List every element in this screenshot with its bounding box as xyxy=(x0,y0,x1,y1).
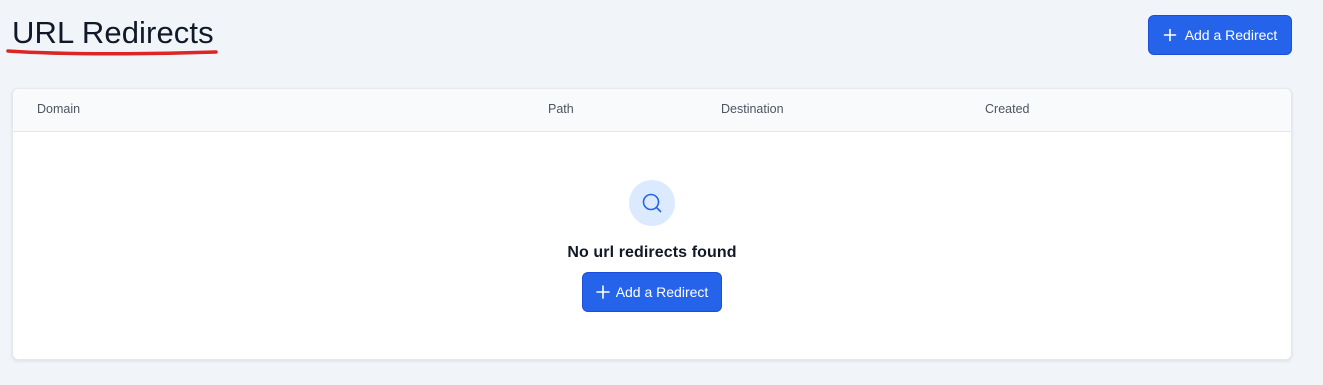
empty-state-message: No url redirects found xyxy=(567,244,737,261)
column-header-destination: Destination xyxy=(721,102,784,116)
empty-state: No url redirects found Add a Redirect xyxy=(13,132,1291,359)
column-header-domain: Domain xyxy=(37,102,81,116)
empty-state-add-redirect-button[interactable]: Add a Redirect xyxy=(582,272,722,312)
empty-state-add-redirect-button-label: Add a Redirect xyxy=(615,284,709,300)
column-header-created: Created xyxy=(985,102,1030,116)
add-redirect-button[interactable]: Add a Redirect xyxy=(1148,15,1292,55)
search-icon xyxy=(629,180,675,226)
redirects-table: Domain Path Destination Created No url r… xyxy=(12,88,1292,360)
plus-icon xyxy=(1163,28,1177,42)
table-header: Domain Path Destination Created xyxy=(13,89,1291,132)
url-redirects-page: URL Redirects Add a Redirect Domain Path… xyxy=(0,0,1323,385)
plus-icon xyxy=(595,285,610,299)
column-header-path: Path xyxy=(548,102,574,116)
title-underline xyxy=(6,49,218,56)
add-redirect-button-label: Add a Redirect xyxy=(1184,27,1278,43)
